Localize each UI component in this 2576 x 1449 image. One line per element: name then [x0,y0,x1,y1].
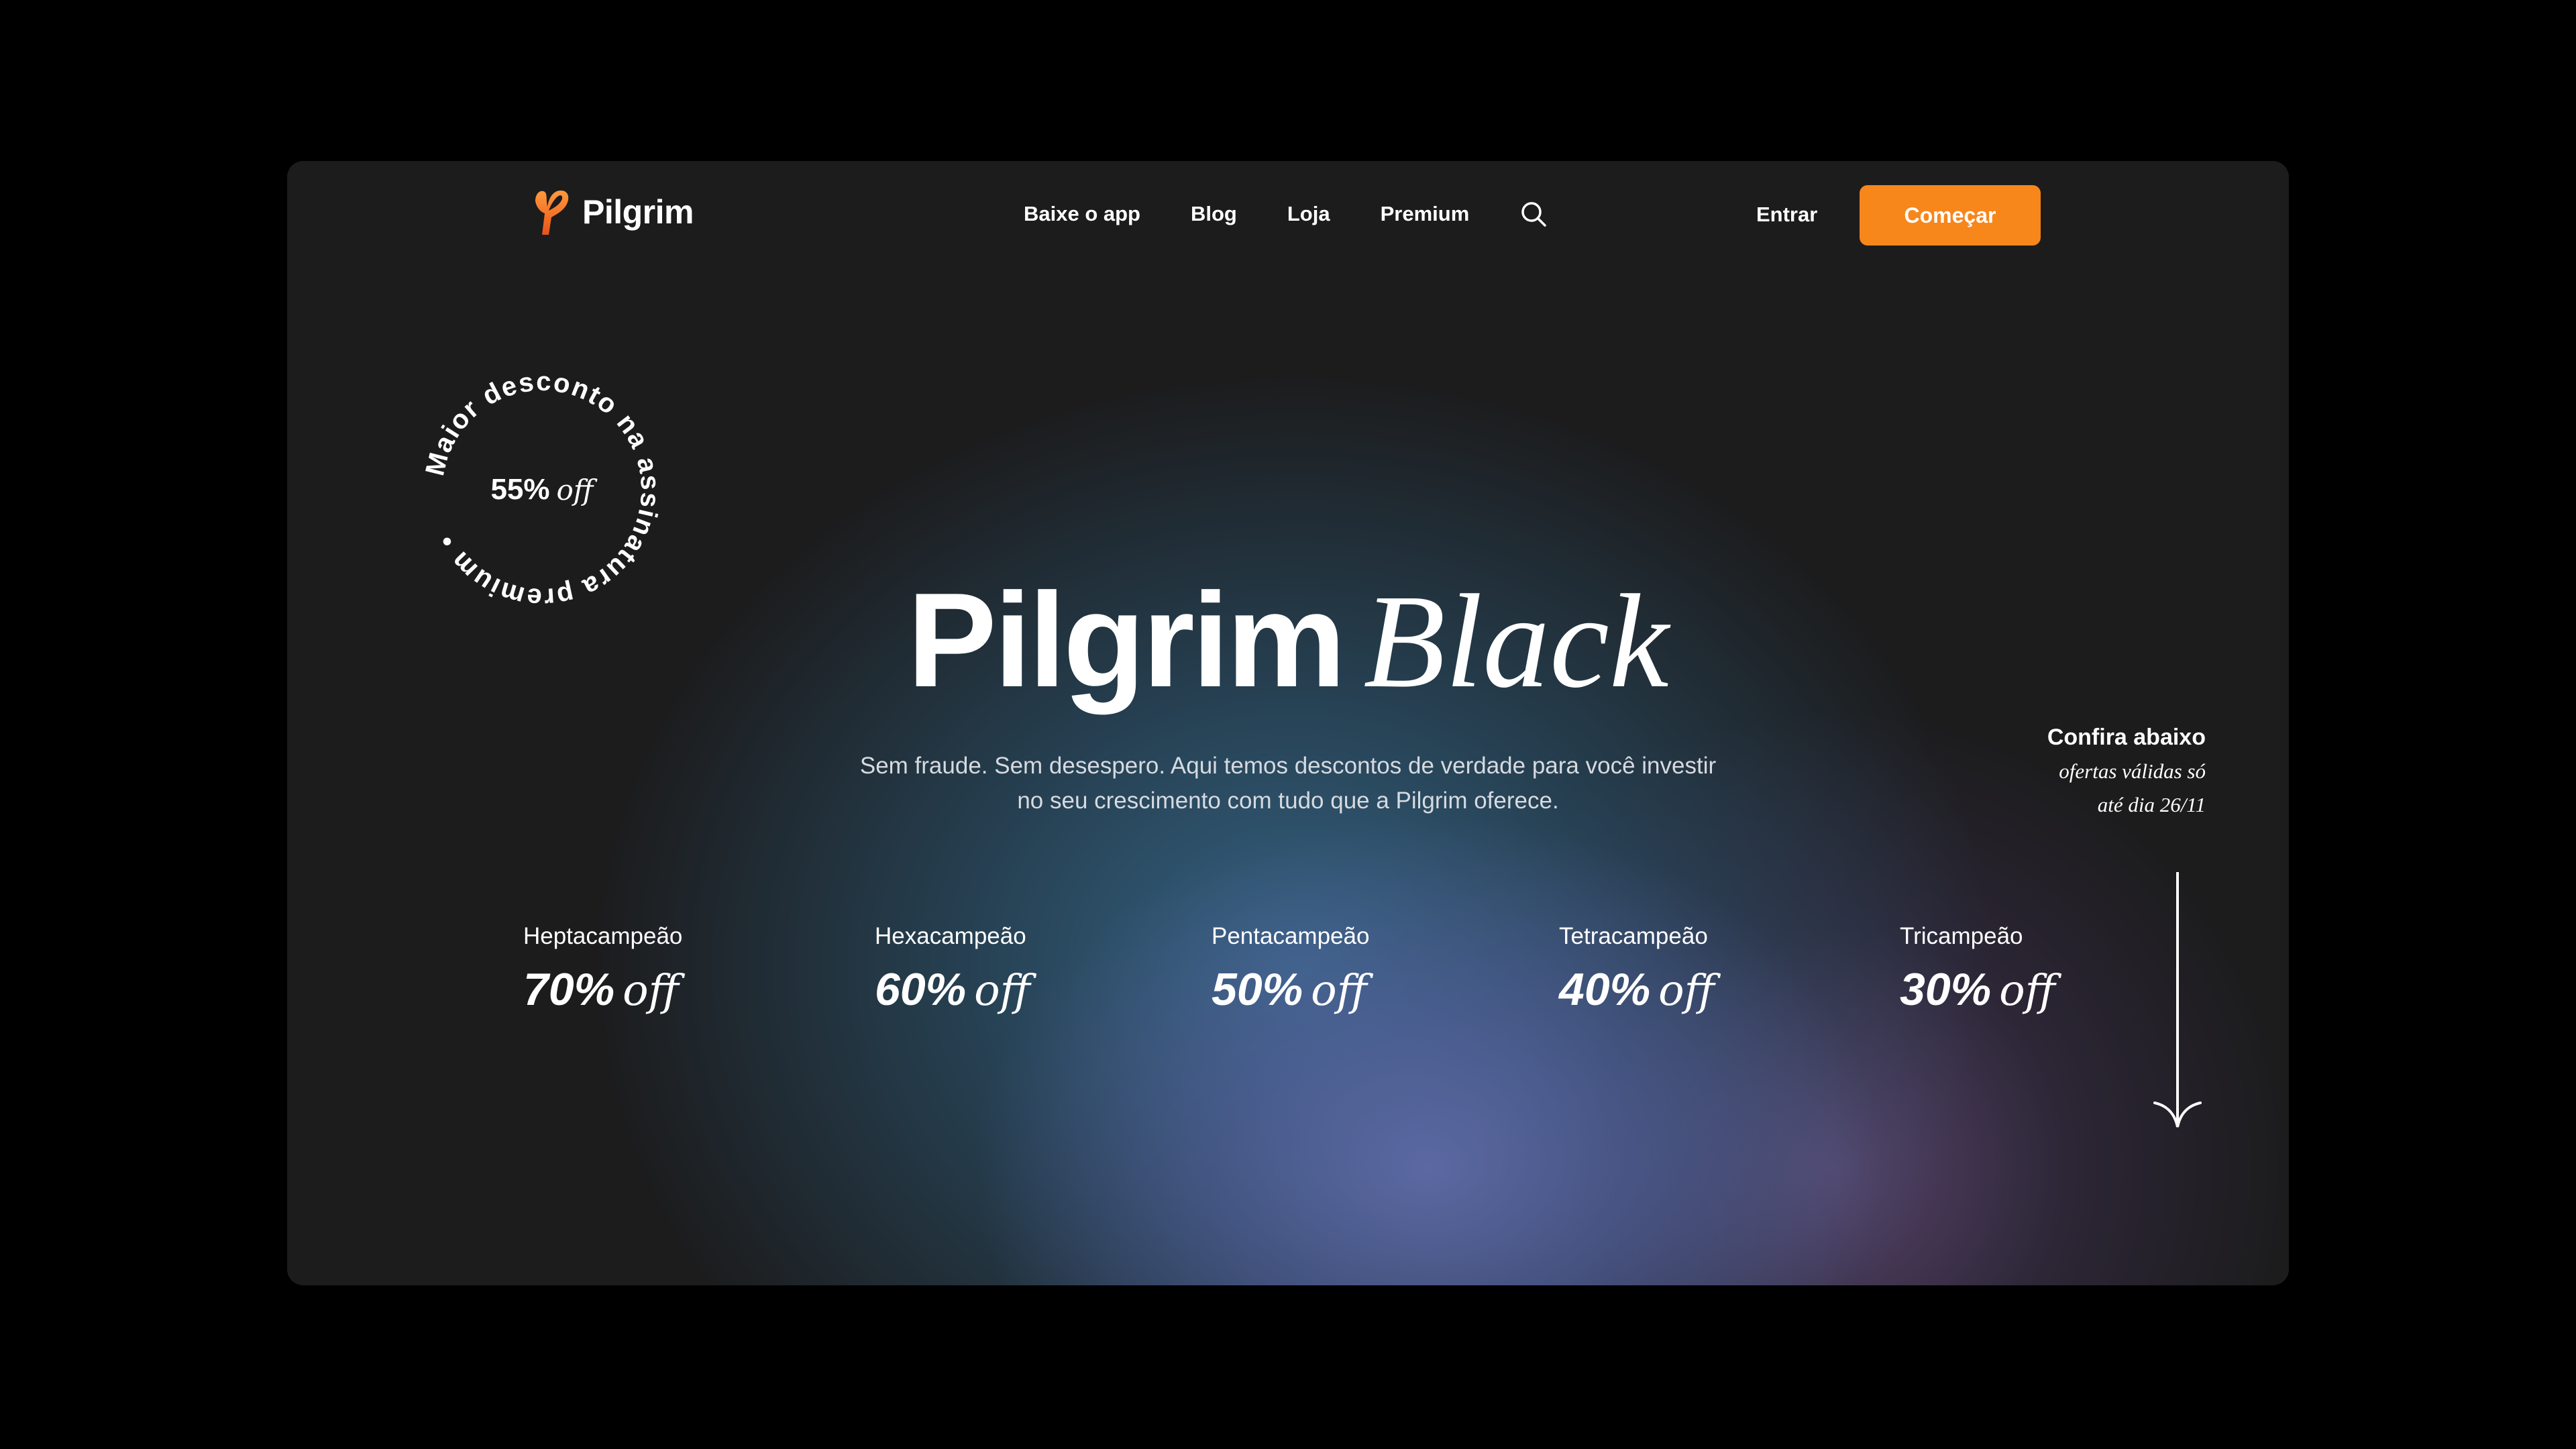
discount-tier-label: Hexacampeão [875,923,1026,949]
nav-link-app[interactable]: Baixe o app [1024,202,1140,226]
nav-link-premium[interactable]: Premium [1381,202,1470,226]
landing-page: Pilgrim Baixe o app Blog Loja Premium En… [287,161,2289,1285]
discount-tier-value: 30% off [1900,963,2055,1016]
discount-tier-value: 60% off [875,963,1030,1016]
discount-tier-percent: 40% [1559,964,1651,1015]
discount-tier-percent: 50% [1212,964,1303,1015]
offer-note-line1: ofertas válidas só [2059,759,2206,783]
discount-tier-value: 70% off [523,963,682,1016]
login-link[interactable]: Entrar [1756,203,1817,227]
main-nav: Baixe o app Blog Loja Premium [1024,200,1548,228]
discount-tier-percent: 70% [523,964,615,1015]
brand-name: Pilgrim [582,193,694,231]
discount-tier-label: Tetracampeão [1559,923,1708,949]
discount-tiers: Heptacampeão 70% off Hexacampeão 60% off P… [287,923,2289,1057]
discount-tier[interactable]: Tricampeão 30% off [1900,923,2055,1016]
discount-tier[interactable]: Pentacampeão 50% off [1212,923,1369,1016]
offer-note-title: Confira abaixo [2047,724,2206,750]
hero-title: Pilgrim Black [287,564,2289,718]
discount-tier-value: 50% off [1212,963,1369,1016]
search-icon[interactable] [1519,200,1548,228]
discount-tier[interactable]: Tetracampeão 40% off [1559,923,1715,1016]
discount-tier-off: off [1658,966,1715,1016]
discount-tier-off: off [1311,966,1367,1016]
badge-off: off [556,473,594,506]
badge-percent: 55% [490,473,550,506]
offer-note-line2: até dia 26/11 [2097,793,2206,816]
discount-tier-off: off [1999,966,2055,1016]
offer-note: Confira abaixo ofertas válidas só até di… [2047,724,2206,822]
hero-title-bold: Pilgrim [907,566,1346,715]
discount-tier[interactable]: Hexacampeão 60% off [875,923,1030,1016]
discount-tier-percent: 60% [875,964,967,1015]
discount-tier[interactable]: Heptacampeão 70% off [523,923,682,1016]
discount-tier-label: Tricampeão [1900,923,2023,949]
discount-tier-value: 40% off [1559,963,1715,1016]
nav-link-blog[interactable]: Blog [1191,202,1237,226]
discount-tier-label: Pentacampeão [1212,923,1370,949]
hero-subtitle: Sem fraude. Sem desespero. Aqui temos de… [859,753,1717,814]
discount-tier-off: off [974,966,1030,1016]
pilgrim-logo-icon [535,191,569,235]
nav-link-store[interactable]: Loja [1287,202,1330,226]
discount-tier-off: off [623,966,679,1016]
brand-logo[interactable]: Pilgrim [531,186,694,237]
start-button[interactable]: Começar [1860,185,2041,246]
hero-title-italic: Black [1363,568,1669,716]
discount-tier-percent: 30% [1900,964,1992,1015]
discount-tier-label: Heptacampeão [523,923,683,949]
